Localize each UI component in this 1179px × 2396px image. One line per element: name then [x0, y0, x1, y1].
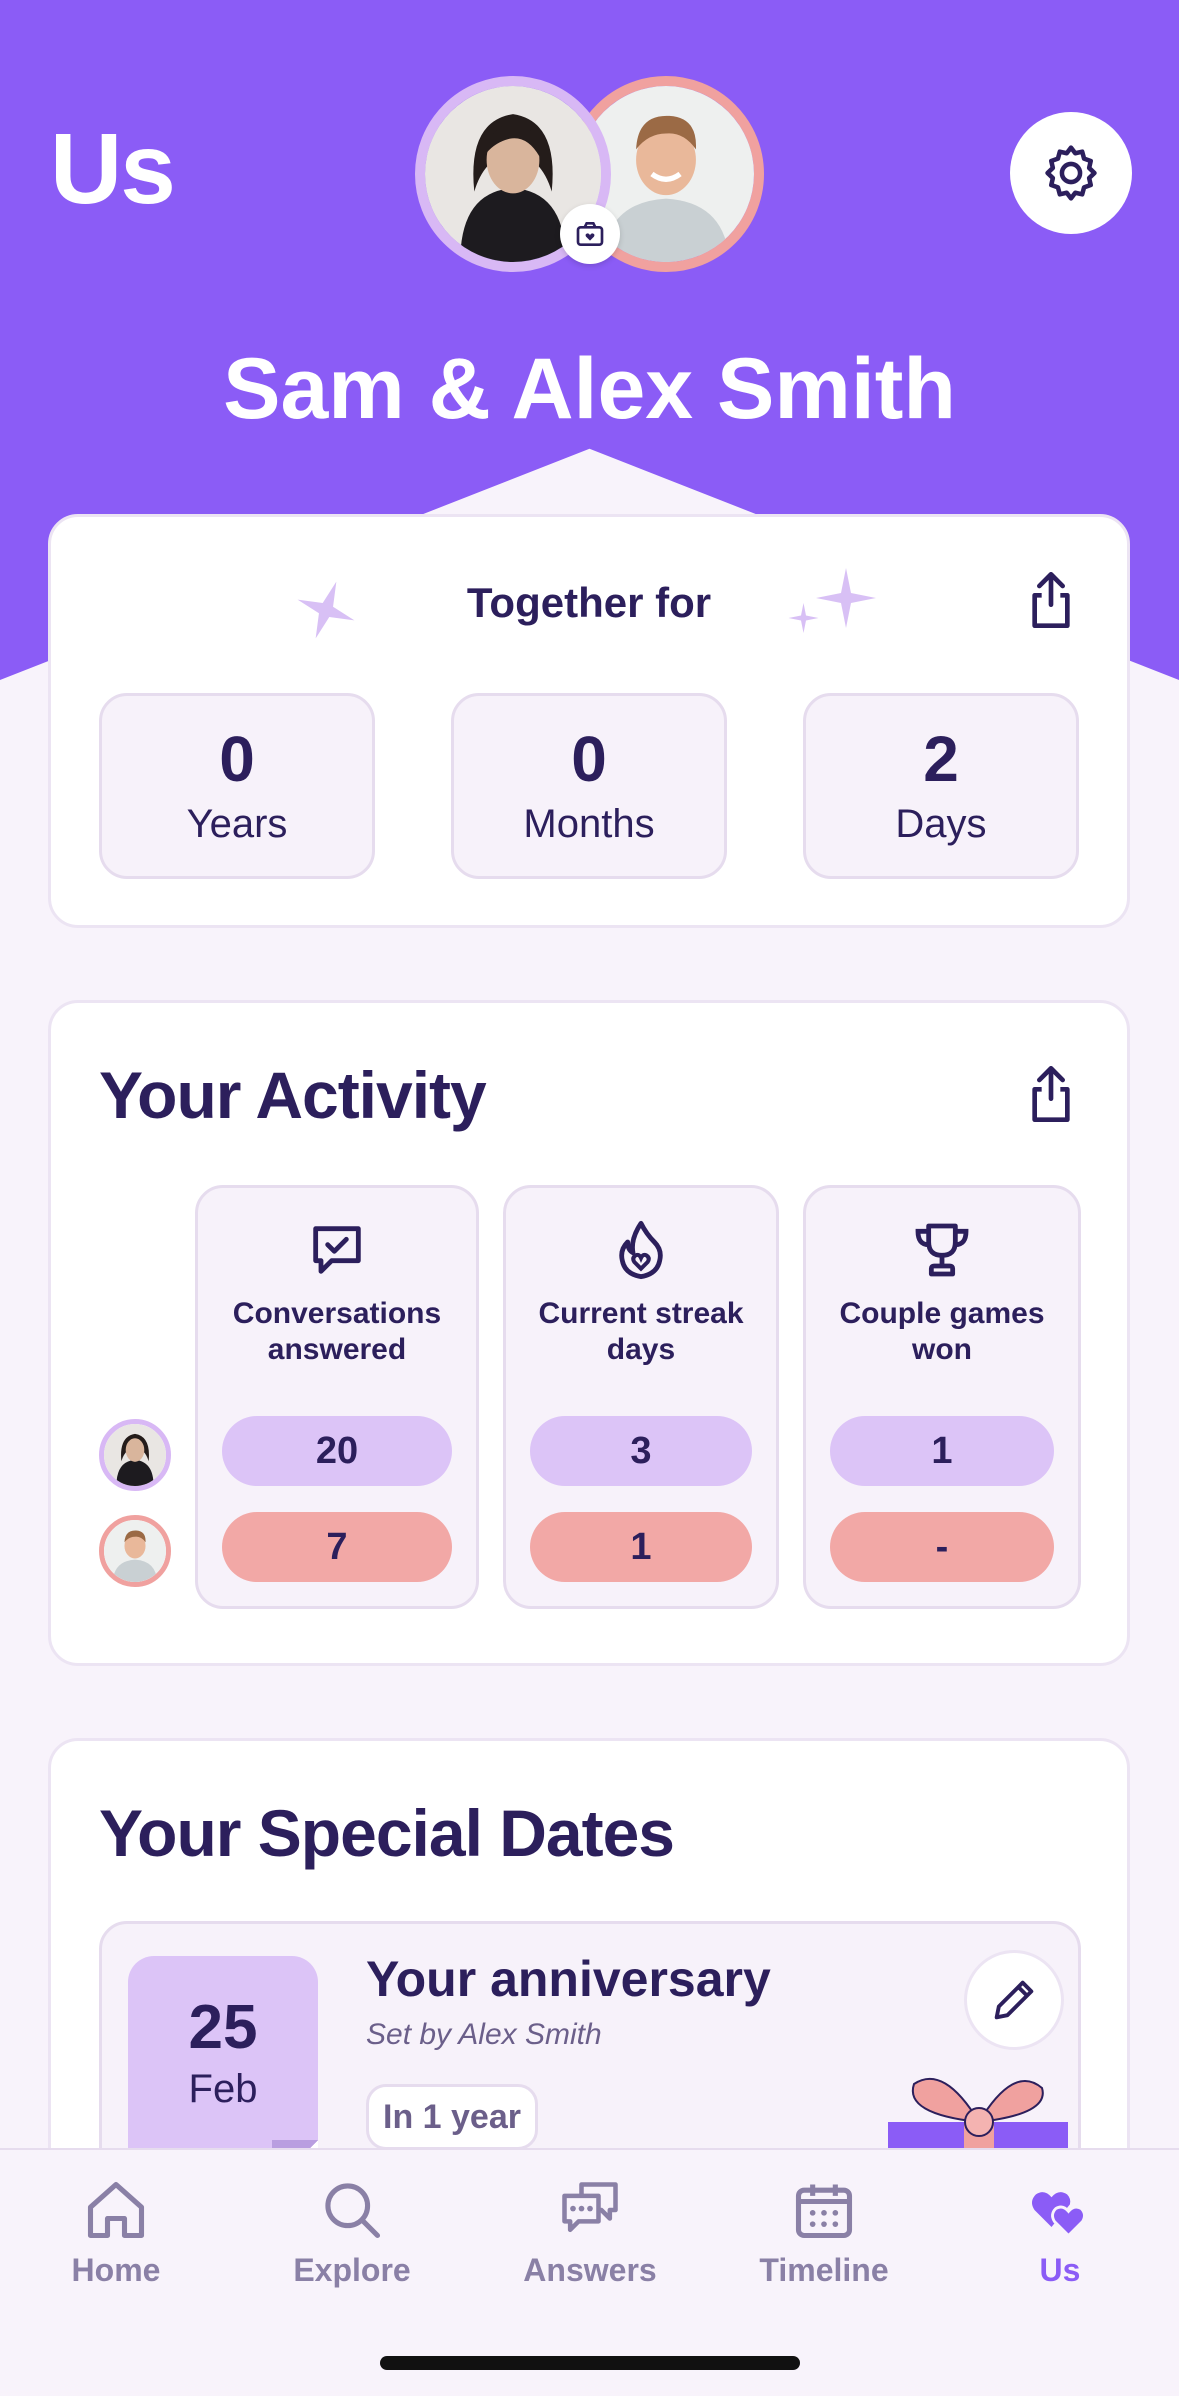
date-day: 25: [188, 1993, 258, 2062]
share-icon: [1032, 571, 1070, 628]
chat-bubbles-icon: [562, 2182, 618, 2233]
activity-conversations: Conversations answered 20 7: [195, 1185, 479, 1609]
settings-button[interactable]: [1010, 112, 1132, 234]
stat-years: 0 Years: [99, 693, 375, 879]
stat-label: Days: [895, 802, 987, 846]
activity-label: Couple games won: [839, 1297, 1045, 1366]
share-icon: [1032, 1066, 1070, 1122]
home-indicator: [380, 2356, 800, 2370]
tab-label: Us: [1039, 2252, 1081, 2288]
flame-heart-icon: [619, 1220, 663, 1280]
partner-b-small-avatar: [99, 1515, 171, 1587]
tab-label: Timeline: [759, 2252, 889, 2288]
share-together-button[interactable]: [1023, 569, 1079, 631]
partner-b-value: 7: [222, 1512, 452, 1582]
hearts-icon: [1031, 2192, 1086, 2238]
pencil-icon: [994, 1980, 1034, 2020]
special-dates-title: Your Special Dates: [99, 1796, 675, 1870]
stat-days: 2 Days: [803, 693, 1079, 879]
gear-icon: [1045, 145, 1097, 201]
change-photo-button[interactable]: [560, 204, 620, 264]
countdown-badge: In 1 year: [366, 2084, 538, 2150]
tab-timeline[interactable]: Timeline: [724, 2176, 924, 2289]
share-activity-button[interactable]: [1023, 1063, 1079, 1125]
tab-label: Home: [71, 2252, 161, 2288]
stat-label: Years: [186, 802, 288, 846]
stat-months: 0 Months: [451, 693, 727, 879]
tab-answers[interactable]: Answers: [490, 2176, 690, 2289]
partner-b-value: 1: [530, 1512, 752, 1582]
tab-label: Explore: [293, 2252, 411, 2288]
tab-home[interactable]: Home: [16, 2176, 216, 2289]
partner-a-photo: [104, 1424, 166, 1486]
activity-label: Current streak days: [538, 1297, 744, 1366]
stat-value: 0: [571, 723, 607, 795]
together-title: Together for: [466, 579, 712, 626]
stat-label: Months: [523, 802, 655, 846]
partner-a-small-avatar: [99, 1419, 171, 1491]
tab-us[interactable]: Us: [960, 2176, 1160, 2289]
camera-heart-icon: [576, 222, 604, 246]
partner-a-value: 1: [830, 1416, 1054, 1486]
tab-explore[interactable]: Explore: [252, 2176, 452, 2289]
date-title: Your anniversary: [366, 1951, 771, 2007]
search-icon: [325, 2183, 381, 2239]
tab-label: Answers: [523, 2252, 657, 2288]
partner-a-value: 3: [530, 1416, 752, 1486]
activity-label: Conversations answered: [232, 1297, 442, 1366]
date-subtitle: Set by Alex Smith: [366, 2018, 602, 2051]
stat-value: 2: [923, 723, 959, 795]
page-title: Us: [50, 113, 176, 225]
activity-streak: Current streak days 3 1: [503, 1185, 779, 1609]
date-month: Feb: [188, 2067, 258, 2111]
trophy-icon: [915, 1223, 969, 1277]
activity-games: Couple games won 1 -: [803, 1185, 1081, 1609]
edit-date-button[interactable]: [964, 1950, 1064, 2050]
partner-b-value: -: [830, 1512, 1054, 1582]
activity-card: Your Activity Conversations answered 20 …: [48, 1000, 1130, 1666]
calendar-icon: [795, 2184, 853, 2239]
chat-check-icon: [313, 1226, 361, 1274]
activity-title: Your Activity: [99, 1058, 487, 1132]
home-icon: [87, 2181, 145, 2239]
partner-b-photo: [104, 1520, 166, 1582]
couple-name: Sam & Alex Smith: [223, 341, 956, 437]
partner-a-value: 20: [222, 1416, 452, 1486]
stat-value: 0: [219, 723, 255, 795]
together-card: Together for 0 Years 0 Months 2 Days: [48, 514, 1130, 928]
